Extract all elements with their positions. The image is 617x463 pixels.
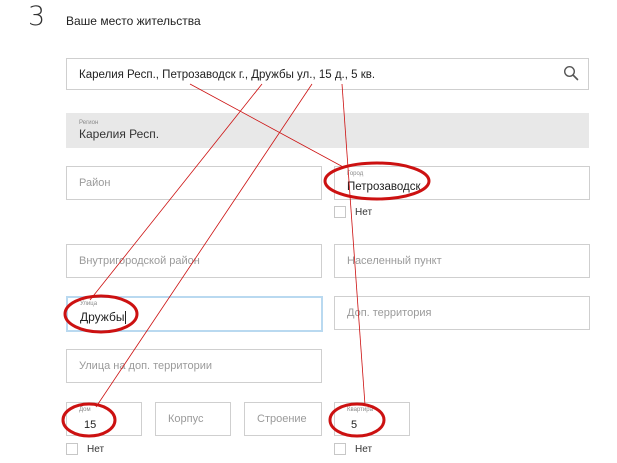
district-placeholder: Район bbox=[79, 177, 111, 189]
city-label: Город bbox=[347, 171, 364, 177]
text-cursor bbox=[125, 311, 127, 325]
house-no-label: Нет bbox=[87, 443, 105, 455]
street-field[interactable]: Улица Дружбы bbox=[66, 296, 323, 332]
street-value: Дружбы bbox=[80, 310, 127, 325]
extra-territory-field[interactable]: Доп. территория bbox=[334, 296, 590, 330]
street-extra-territory-field[interactable]: Улица на доп. территории bbox=[66, 349, 322, 383]
house-no-checkbox[interactable]: Нет bbox=[66, 443, 104, 455]
apartment-no-checkbox-box[interactable] bbox=[334, 443, 346, 455]
house-field[interactable]: Дом 15 bbox=[66, 402, 142, 436]
house-value: 15 bbox=[84, 419, 97, 431]
city-value: Петрозаводск bbox=[347, 181, 421, 193]
apartment-no-label: Нет bbox=[355, 443, 373, 455]
region-label: Регион bbox=[79, 120, 99, 126]
city-field[interactable]: Город Петрозаводск bbox=[334, 166, 590, 200]
house-label: Дом bbox=[79, 407, 91, 413]
region-field[interactable]: Регион Карелия Респ. bbox=[66, 113, 589, 148]
region-value: Карелия Респ. bbox=[79, 127, 160, 141]
street-extra-territory-placeholder: Улица на доп. территории bbox=[79, 360, 212, 372]
structure-placeholder: Строение bbox=[257, 413, 307, 425]
address-search-value: Карелия Респ., Петрозаводск г., Дружбы у… bbox=[79, 69, 376, 81]
city-no-label: Нет bbox=[355, 206, 373, 218]
building-field[interactable]: Корпус bbox=[155, 402, 231, 436]
intracity-district-field[interactable]: Внутригородской район bbox=[66, 244, 322, 278]
apartment-field[interactable]: Квартира 5 bbox=[334, 402, 410, 436]
district-field[interactable]: Район bbox=[66, 166, 322, 200]
street-label: Улица bbox=[80, 301, 98, 307]
apartment-label: Квартира bbox=[347, 407, 373, 413]
search-icon[interactable] bbox=[563, 65, 579, 81]
step-number: 3 bbox=[28, 1, 46, 32]
settlement-field[interactable]: Населенный пункт bbox=[334, 244, 590, 278]
extra-territory-placeholder: Доп. территория bbox=[347, 307, 432, 319]
city-no-checkbox[interactable]: Нет bbox=[334, 206, 372, 218]
settlement-placeholder: Населенный пункт bbox=[347, 255, 442, 267]
building-placeholder: Корпус bbox=[168, 413, 204, 425]
section-title: Ваше место жительства bbox=[66, 14, 201, 28]
city-no-checkbox-box[interactable] bbox=[334, 206, 346, 218]
structure-field[interactable]: Строение bbox=[244, 402, 322, 436]
apartment-value: 5 bbox=[351, 419, 358, 431]
house-no-checkbox-box[interactable] bbox=[66, 443, 78, 455]
apartment-no-checkbox[interactable]: Нет bbox=[334, 443, 372, 455]
address-search-input[interactable]: Карелия Респ., Петрозаводск г., Дружбы у… bbox=[66, 58, 589, 90]
intracity-district-placeholder: Внутригородской район bbox=[79, 255, 200, 267]
